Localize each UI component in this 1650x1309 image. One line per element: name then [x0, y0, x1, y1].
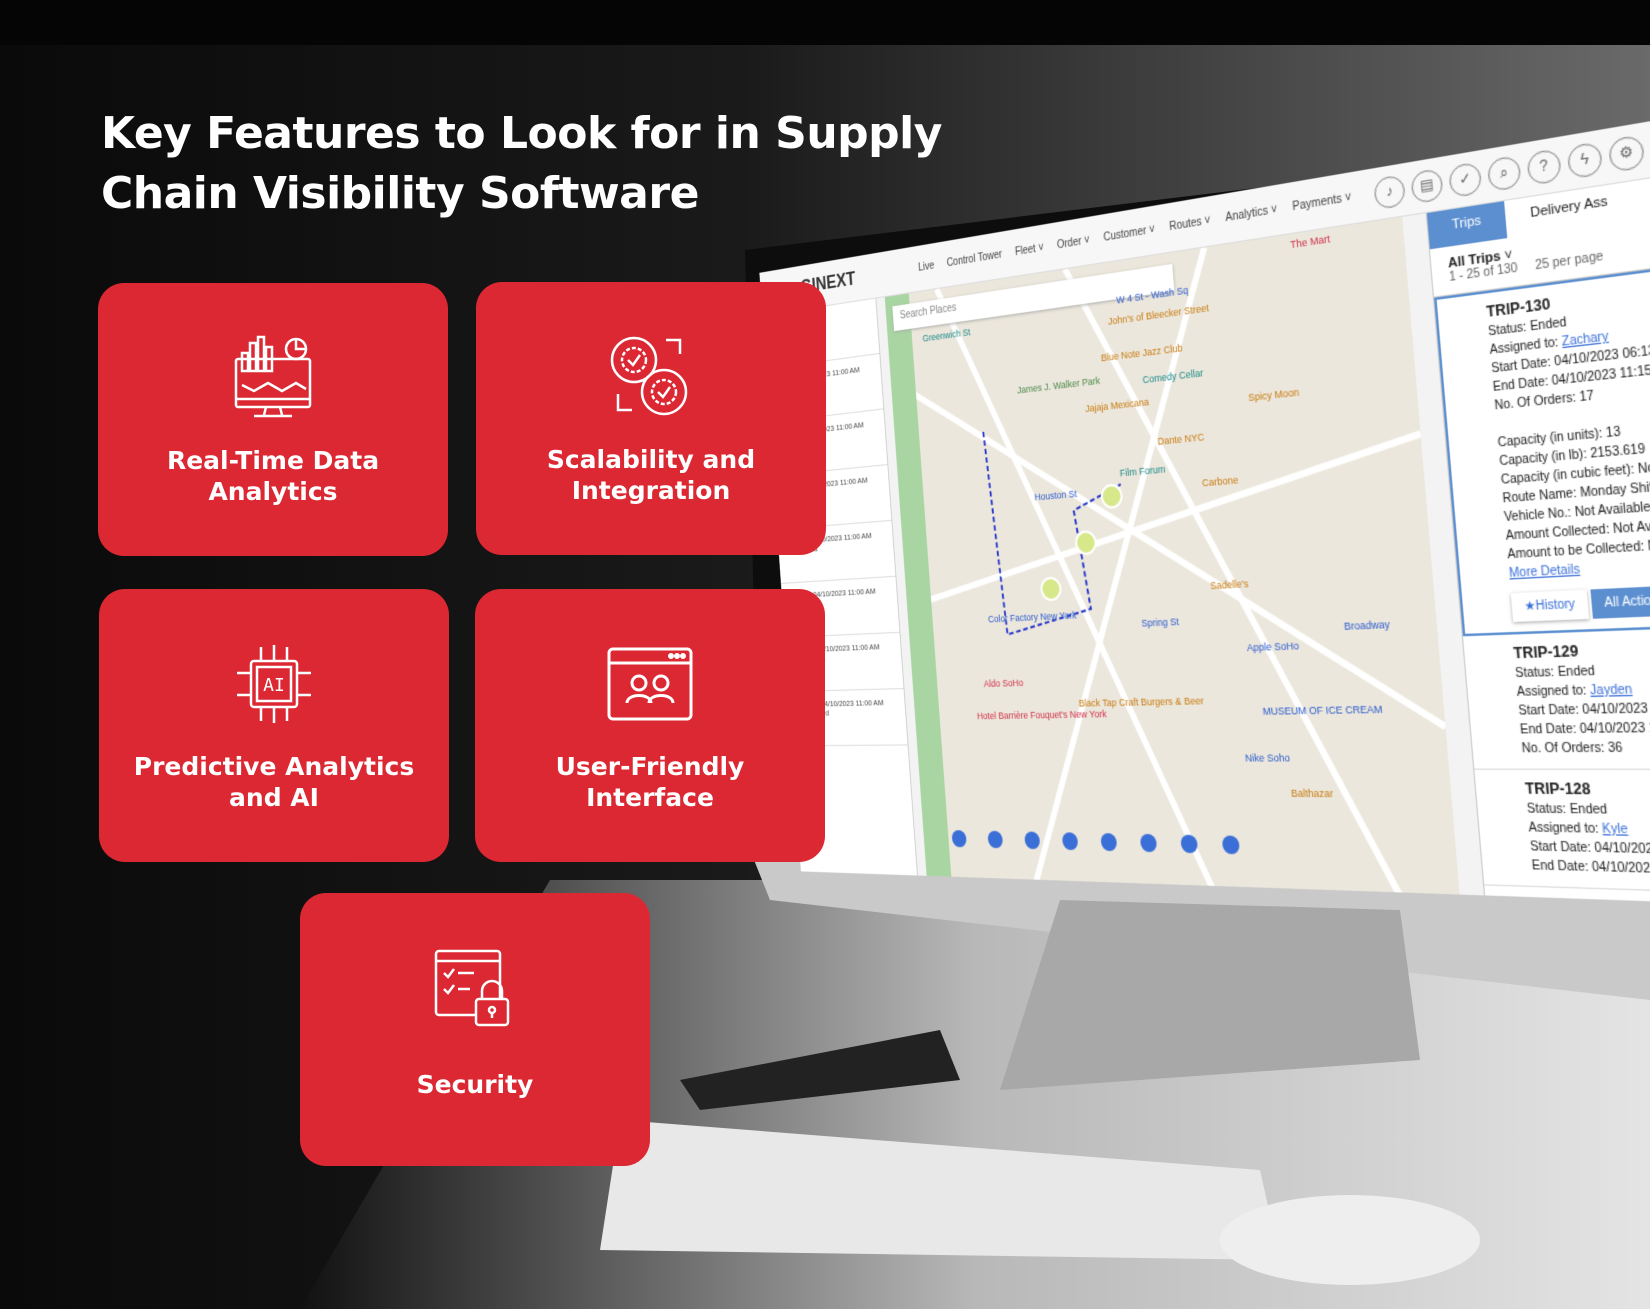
feature-card-security: Security	[300, 893, 650, 1166]
nav-customer[interactable]: Customer ˅	[1103, 224, 1156, 245]
map-label: Aldo SoHo	[983, 677, 1024, 690]
feature-card-predictive-ai: AI Predictive Analytics and AI	[99, 589, 449, 862]
trip-card[interactable]: TRIP-128 Status: Ended Assigned to: Kyle …	[1474, 769, 1650, 900]
chat-icon[interactable]: ▤	[1410, 167, 1444, 204]
feature-card-scalability: Scalability and Integration	[476, 282, 826, 555]
map-label: Nike Soho	[1244, 752, 1291, 764]
card-label: Real-Time Data Analytics	[166, 446, 380, 506]
history-button[interactable]: ★History	[1511, 590, 1589, 622]
map-label: Hotel Barrière Fouquet's New York	[976, 708, 1108, 722]
map-label: Broadway	[1343, 618, 1391, 633]
assignee-link[interactable]: Jayden	[1590, 683, 1633, 698]
feature-card-user-friendly: User-Friendly Interface	[475, 589, 825, 862]
svg-text:AI: AI	[263, 675, 285, 696]
map-label: MUSEUM OF ICE CREAM	[1262, 703, 1383, 718]
analytics-monitor-icon	[234, 335, 312, 418]
all-actions-button[interactable]: All Actions ›	[1590, 584, 1650, 619]
card-label: User-Friendly Interface	[555, 752, 745, 812]
nav-control-tower[interactable]: Control Tower	[946, 249, 1002, 270]
gears-cycle-icon	[610, 336, 688, 416]
map-label: Apple SoHo	[1246, 639, 1300, 654]
checklist-lock-icon	[434, 949, 510, 1027]
map[interactable]: Search Places W 4 St - Wash Sq John's of…	[884, 216, 1460, 895]
card-label: Scalability and Integration	[546, 445, 756, 505]
bell-icon[interactable]: ♪	[1373, 173, 1406, 210]
page-title: Key Features to Look for in Supply Chain …	[101, 108, 942, 219]
nav-fleet[interactable]: Fleet ˅	[1015, 242, 1045, 259]
trip-card[interactable]: TRIP-130 Status: Ended Assigned to: Zach…	[1434, 244, 1650, 637]
gear-icon[interactable]: ⚙	[1607, 133, 1646, 173]
monitor-screen: GINEXT Live Control Tower Fleet ˅ Order …	[759, 90, 1650, 911]
map-label: Balthazar	[1290, 787, 1334, 800]
map-label: Sadelle's	[1209, 577, 1249, 592]
ai-chip-icon: AI	[237, 645, 311, 723]
check-icon[interactable]: ✓	[1448, 160, 1483, 198]
trips-panel: Trips Delivery Ass All Trips ˅ 1 - 25 of…	[1425, 149, 1650, 911]
map-label: Spring St	[1141, 615, 1180, 629]
search-icon[interactable]: ⌕	[1486, 154, 1522, 192]
card-label: Predictive Analytics and AI	[133, 752, 415, 812]
monitor-stand	[1000, 900, 1420, 1090]
nav-analytics[interactable]: Analytics ˅	[1225, 204, 1278, 225]
nav-live[interactable]: Live	[918, 260, 935, 274]
assignee-link[interactable]: Kyle	[1602, 823, 1629, 838]
nav-routes[interactable]: Routes ˅	[1169, 214, 1212, 233]
trip-card[interactable]: TRIP-129 Status: Ended Assigned to: Jayde…	[1463, 621, 1650, 771]
feature-card-real-time-analytics: Real-Time Data Analytics	[98, 283, 448, 556]
nav-order[interactable]: Order ˅	[1057, 234, 1091, 251]
card-label: Security	[416, 1070, 534, 1099]
bolt-icon[interactable]: ϟ	[1566, 140, 1603, 179]
map-label: Black Tap Craft Burgers & Beer	[1078, 695, 1205, 709]
nav-payments[interactable]: Payments ˅	[1292, 191, 1352, 214]
browser-users-icon	[607, 647, 693, 721]
help-icon[interactable]: ?	[1526, 147, 1562, 186]
mouse	[1220, 1195, 1480, 1285]
